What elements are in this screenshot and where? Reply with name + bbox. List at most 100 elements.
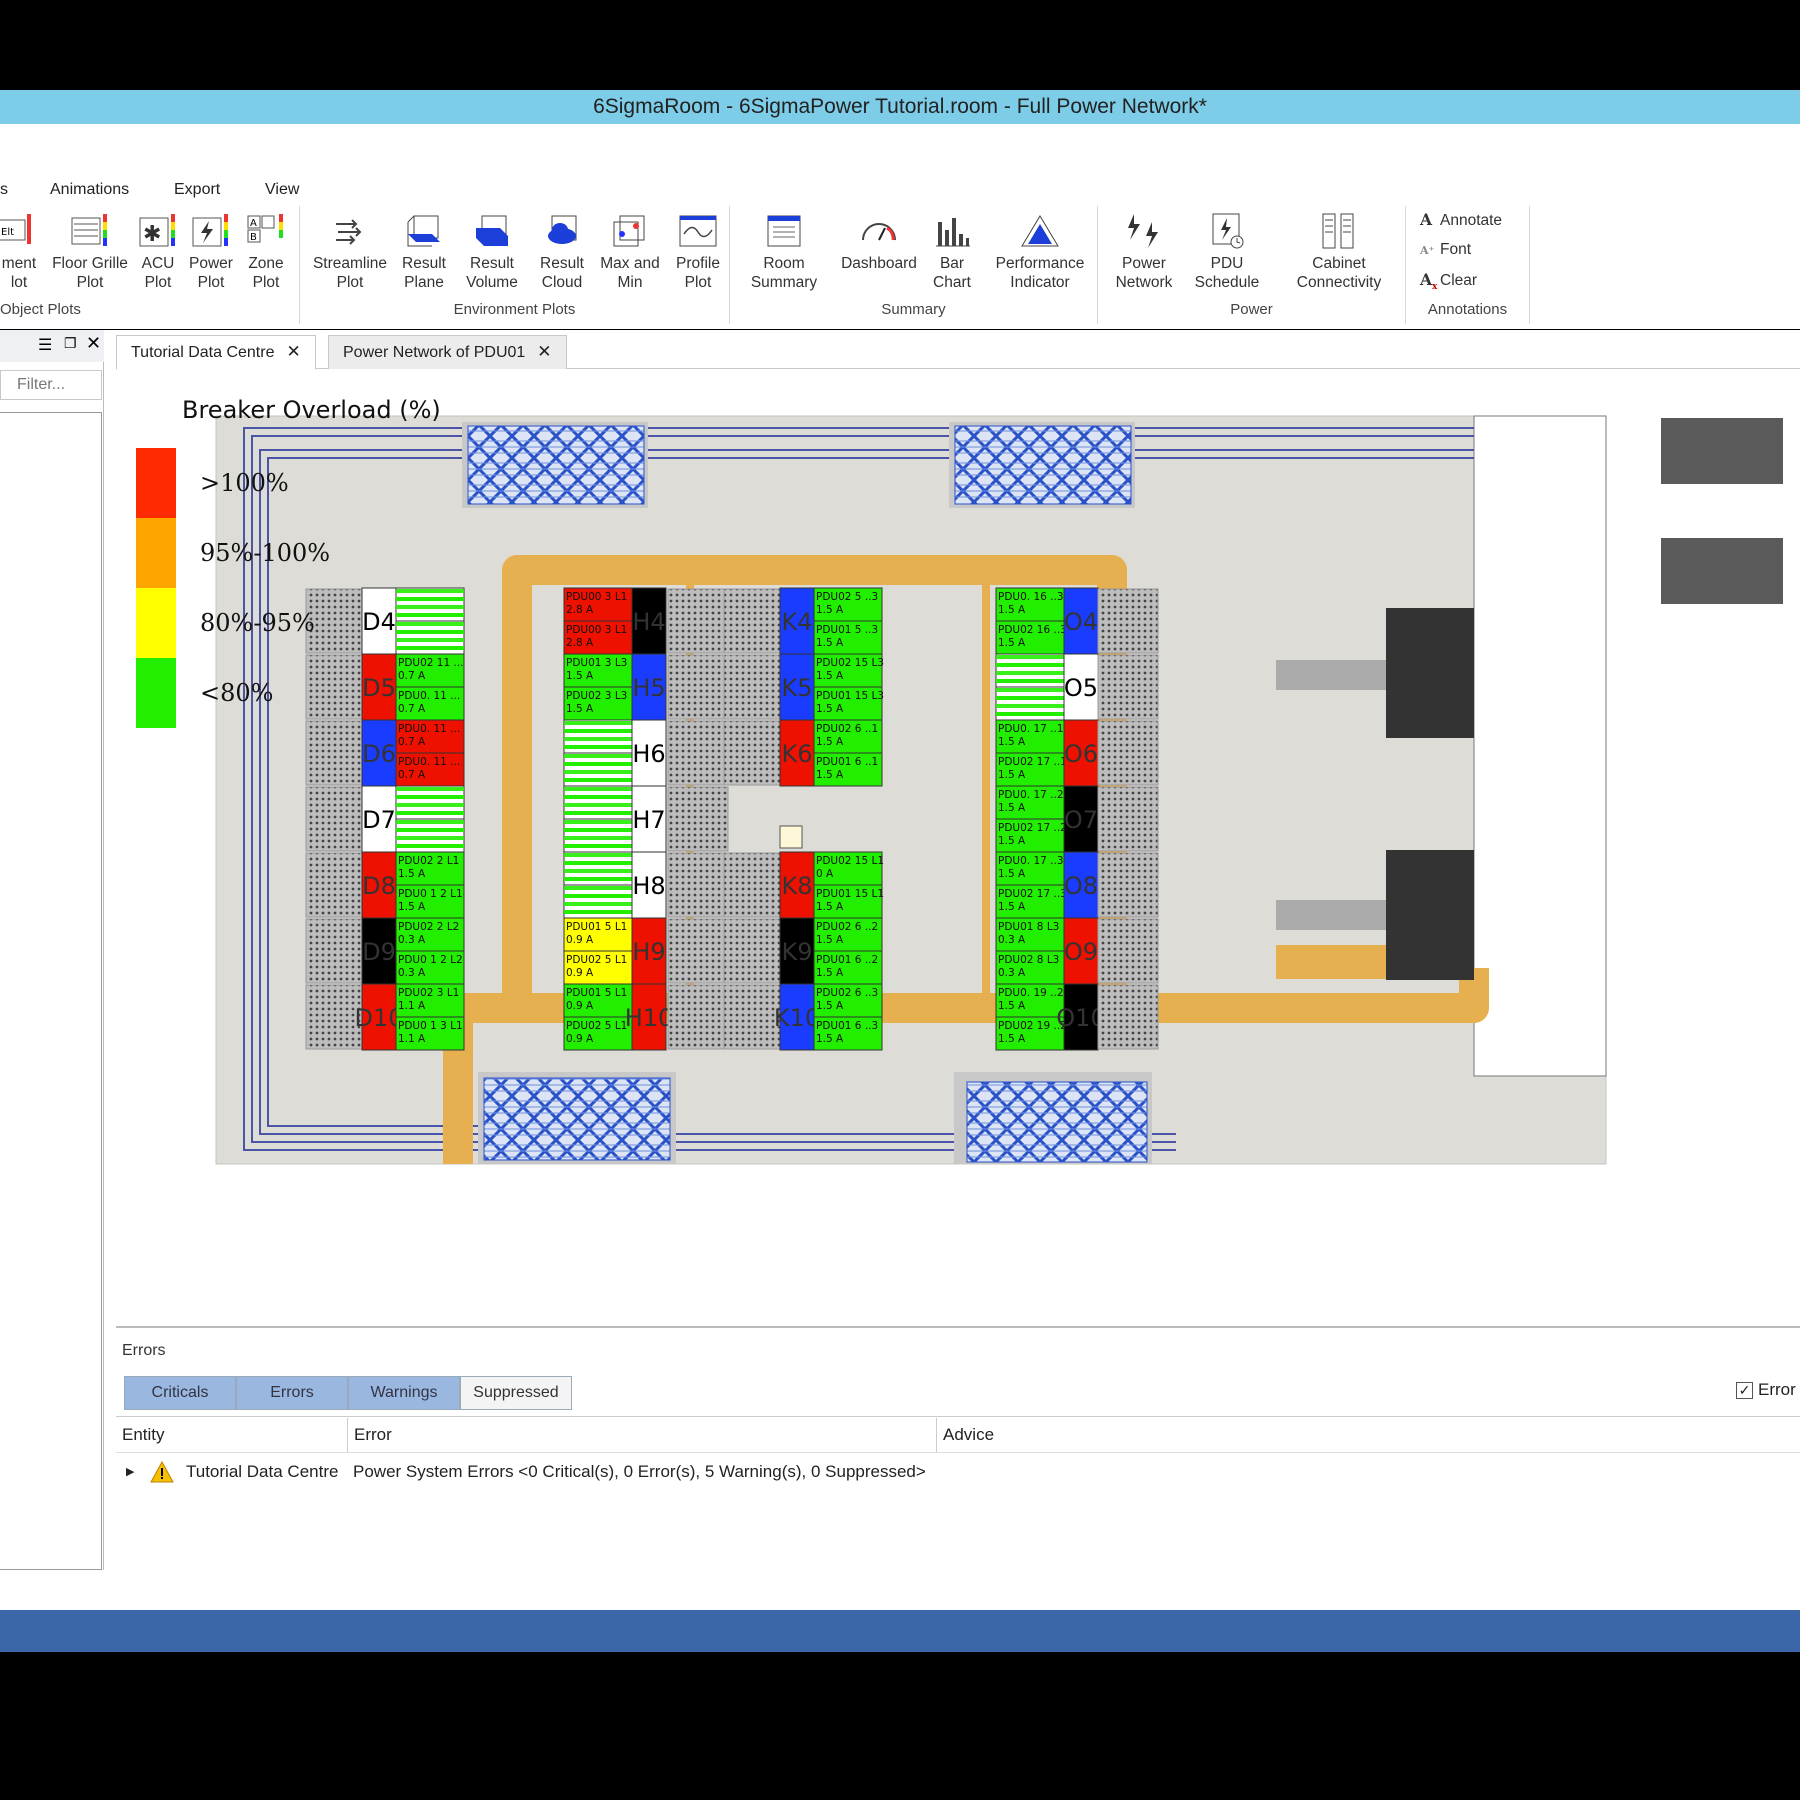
acu-grille <box>462 422 648 508</box>
close-tab-icon[interactable]: ✕ <box>537 342 551 361</box>
close-tab-icon[interactable]: ✕ <box>286 342 300 361</box>
tab-warnings[interactable]: Warnings <box>348 1376 460 1410</box>
pdu-stripe <box>564 762 632 766</box>
small-unit <box>779 825 803 849</box>
perforated-tile <box>1097 720 1159 786</box>
cabinet-label: H7 <box>632 806 665 834</box>
pdu-breaker-label: PDU02 17 ..1 <box>998 756 1067 768</box>
pdu-breaker-label: 1.5 A <box>816 769 844 781</box>
column-advice[interactable]: Advice <box>937 1418 1800 1452</box>
pdu-stripe <box>396 787 464 791</box>
restore-icon[interactable]: ❐ <box>64 335 77 352</box>
clear-button[interactable]: Ax Clear <box>1420 268 1477 292</box>
perforated-tile <box>1097 588 1159 654</box>
ribbon-tab-view[interactable]: View <box>265 174 299 206</box>
left-panel-header: ☰ ❐ ✕ <box>0 330 104 362</box>
pdu-breaker-label: 1.5 A <box>998 835 1026 847</box>
pdu-stripe <box>564 820 632 824</box>
pdu-stripe <box>564 853 632 857</box>
error-filter-checkbox[interactable]: ✓ Error <box>1736 1380 1796 1400</box>
power-duct <box>1276 660 1386 690</box>
power-network-button[interactable]: Power Network <box>1110 212 1178 292</box>
ribbon-tab-results[interactable]: s <box>0 174 8 206</box>
pdu-stripe <box>396 638 464 642</box>
svg-text:A: A <box>250 218 257 229</box>
zone-plot-button[interactable]: AB Zone Plot <box>242 212 290 292</box>
column-entity[interactable]: Entity <box>116 1418 348 1452</box>
perforated-tile <box>667 720 729 786</box>
pdu-breaker-label: 0.9 A <box>566 934 594 946</box>
perforated-tile <box>1097 918 1159 984</box>
pdu-breaker-label: PDU0. 11 ... <box>398 690 460 702</box>
streamline-plot-button[interactable]: Streamline Plot <box>310 212 390 292</box>
svg-text:B: B <box>250 232 257 243</box>
result-plane-button[interactable]: Result Plane <box>396 212 452 292</box>
pdu-stripe <box>564 844 632 848</box>
pdu-stripe <box>996 679 1064 683</box>
pdu-stripe <box>564 902 632 906</box>
pdu-breaker-label: PDU0. 17 ..1 <box>998 723 1064 735</box>
ribbon-group-power: Power Network PDU Schedule Cabinet Conne… <box>1098 206 1406 324</box>
tab-power-network-pdu01[interactable]: Power Network of PDU01 ✕ <box>328 335 567 369</box>
tab-suppressed[interactable]: Suppressed <box>460 1376 572 1410</box>
pdu-stripe <box>564 729 632 733</box>
power-plot-button[interactable]: Power Plot <box>186 212 236 292</box>
left-panel-tree[interactable] <box>0 412 102 1570</box>
tab-criticals[interactable]: Criticals <box>124 1376 236 1410</box>
pdu-stripe <box>396 622 464 626</box>
menu-icon[interactable]: ☰ <box>38 335 52 355</box>
room-summary-button[interactable]: Room Summary <box>748 212 820 292</box>
pdu-schedule-button[interactable]: PDU Schedule <box>1194 212 1260 292</box>
svg-text:✱: ✱ <box>143 222 161 247</box>
pdu-stripe <box>396 803 464 807</box>
group-title-environment-plots: Environment Plots <box>453 301 576 318</box>
legend-swatch <box>136 518 176 588</box>
acu-plot-button[interactable]: ✱ ACU Plot <box>136 212 180 292</box>
pdu-breaker-label: PDU02 3 L3 <box>566 690 627 702</box>
pdu-breaker-label: PDU02 5 L1 <box>566 1020 627 1032</box>
cabinet-label: D7 <box>362 806 396 834</box>
floor-grille-icon <box>71 214 107 246</box>
group-title-object-plots: Object Plots <box>0 301 81 318</box>
floor-grille-plot-button[interactable]: Floor Grille Plot <box>50 212 130 292</box>
tab-tutorial-data-centre[interactable]: Tutorial Data Centre ✕ <box>116 335 316 370</box>
pdu-breaker-label: 1.5 A <box>566 670 594 682</box>
room-view-canvas[interactable]: D4 D5 PDU02 11 ... 0.7 A PDU0. 11 ... 0.7 A D6… <box>116 370 1800 1328</box>
perforated-tile <box>667 852 729 918</box>
pdu-stripe <box>996 704 1064 708</box>
pdu-stripe <box>396 811 464 815</box>
filter-input[interactable]: Filter... <box>0 370 102 400</box>
pdu-breaker-label: 1.5 A <box>998 1033 1026 1045</box>
tab-errors[interactable]: Errors <box>236 1376 348 1410</box>
font-button[interactable]: A⁺ Font <box>1420 238 1471 262</box>
pdu-breaker-label: PDU0. 16 ..3 <box>998 591 1064 603</box>
cabinet-label: D5 <box>362 674 396 702</box>
dashboard-button[interactable]: Dashboard <box>836 212 922 273</box>
close-icon[interactable]: ✕ <box>86 333 101 354</box>
pdu-breaker-label: 1.5 A <box>816 703 844 715</box>
table-row[interactable]: ▶ Tutorial Data Centre Power System Erro… <box>116 1455 1800 1489</box>
ribbon-tab-export[interactable]: Export <box>174 174 220 206</box>
legend-label: 95%-100% <box>200 539 330 567</box>
perforated-tile <box>1097 654 1159 720</box>
annotate-button[interactable]: A Annotate <box>1420 208 1502 232</box>
room-floorplan[interactable]: D4D5PDU02 11 ...0.7 APDU0. 11 ...0.7 AD6… <box>116 370 1800 1328</box>
max-and-min-button[interactable]: Max and Min <box>598 212 662 292</box>
result-volume-button[interactable]: Result Volume <box>460 212 524 292</box>
expand-arrow-icon[interactable]: ▶ <box>126 1455 134 1489</box>
performance-indicator-button[interactable]: Performance Indicator <box>992 212 1088 292</box>
room-wall-area <box>1473 415 1607 1077</box>
ribbon-tab-animations[interactable]: Animations <box>50 174 129 206</box>
bar-chart-button[interactable]: Bar Chart <box>930 212 974 292</box>
equipment-plot-button[interactable]: Elt ment lot <box>0 212 44 292</box>
profile-plot-button[interactable]: Profile Plot <box>670 212 726 292</box>
power-network-icon <box>1128 214 1158 248</box>
column-error[interactable]: Error <box>348 1418 937 1452</box>
pdu-stripe <box>564 886 632 890</box>
cabinet-label: K10 <box>774 1004 820 1032</box>
pdu-breaker-label: 1.5 A <box>998 802 1026 814</box>
result-cloud-button[interactable]: Result Cloud <box>534 212 590 292</box>
max-min-icon <box>613 215 645 247</box>
cabinet-connectivity-button[interactable]: Cabinet Connectivity <box>1278 212 1400 292</box>
pdu-breaker-label: PDU0 1 2 L2 <box>398 954 463 966</box>
